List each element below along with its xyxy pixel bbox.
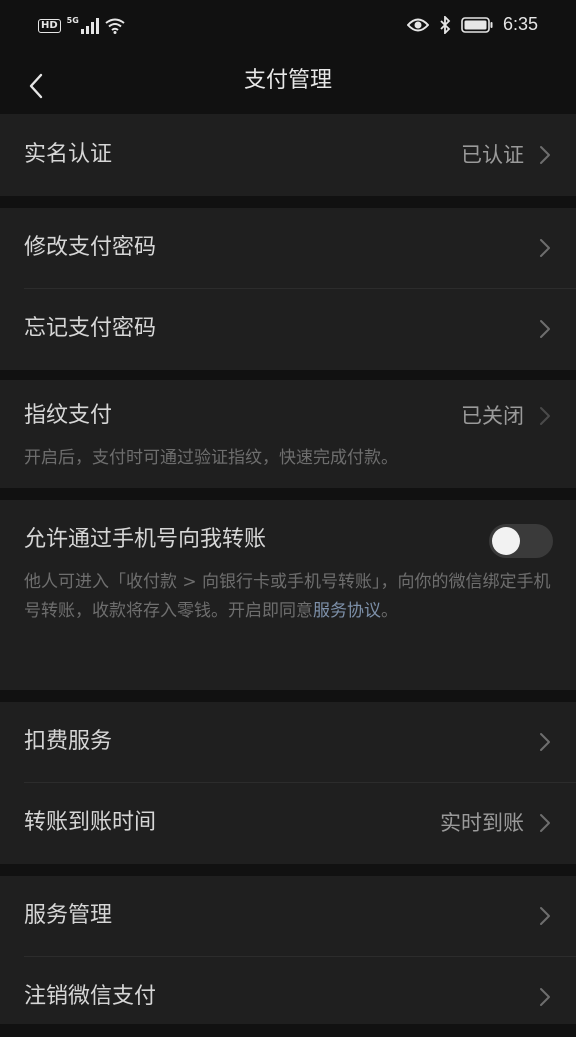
group-password: 修改支付密码 忘记支付密码	[0, 208, 576, 370]
clock: 6:35	[502, 14, 538, 34]
row-label: 转账到账时间	[24, 810, 157, 835]
group-phone-transfer: 允许通过手机号向我转账 他人可进入「收付款 > 向银行卡或手机号转账」，向你的微…	[0, 500, 576, 690]
chevron-right-icon	[540, 239, 550, 257]
group-service: 服务管理 注销微信支付	[0, 876, 576, 1024]
status-left: HD 5G	[38, 15, 125, 34]
row-transfer-time[interactable]: 转账到账时间 实时到账	[0, 783, 576, 863]
row-label: 实名认证	[24, 142, 113, 167]
row-cancel-wechat-pay[interactable]: 注销微信支付	[0, 957, 576, 1037]
row-deduction-service[interactable]: 扣费服务	[0, 702, 576, 782]
chevron-right-icon	[540, 407, 550, 425]
network-type: 5G	[66, 15, 79, 25]
phone-transfer-toggle[interactable]	[489, 524, 553, 558]
row-label: 注销微信支付	[24, 984, 157, 1009]
chevron-right-icon	[540, 814, 550, 832]
row-service-management[interactable]: 服务管理	[0, 876, 576, 956]
fingerprint-description: 开启后，支付时可通过验证指纹，快速完成付款。	[24, 448, 398, 468]
row-real-name[interactable]: 实名认证 已认证	[0, 115, 576, 195]
group-real-name: 实名认证 已认证	[0, 114, 576, 196]
row-value: 实时到账	[440, 811, 524, 835]
row-label: 扣费服务	[24, 729, 113, 754]
chevron-right-icon	[540, 320, 550, 338]
row-label: 服务管理	[24, 903, 113, 928]
phone-transfer-description: 他人可进入「收付款 > 向银行卡或手机号转账」，向你的微信绑定手机号转账，收款将…	[24, 568, 552, 626]
nav-bar: 支付管理	[0, 56, 576, 114]
row-forgot-password[interactable]: 忘记支付密码	[0, 289, 576, 369]
chevron-right-icon	[540, 988, 550, 1006]
row-change-password[interactable]: 修改支付密码	[0, 208, 576, 288]
row-label: 修改支付密码	[24, 235, 157, 260]
battery-icon	[461, 16, 493, 33]
wifi-icon	[105, 18, 125, 34]
toggle-knob	[492, 527, 520, 555]
description-text: 他人可进入「收付款 > 向银行卡或手机号转账」，向你的微信绑定手机号转账，收款将…	[24, 572, 551, 621]
description-end: 。	[381, 601, 398, 621]
status-right: 6:35	[406, 14, 538, 35]
group-fingerprint: 指纹支付 已关闭 开启后，支付时可通过验证指纹，快速完成付款。	[0, 380, 576, 488]
row-value: 已认证	[461, 143, 524, 167]
status-bar: HD 5G 6:35	[0, 0, 576, 56]
bluetooth-icon	[440, 15, 451, 34]
service-agreement-link[interactable]: 服务协议	[313, 601, 381, 621]
page-title: 支付管理	[243, 68, 332, 93]
chevron-right-icon	[540, 907, 550, 925]
group-deduction: 扣费服务 转账到账时间 实时到账	[0, 702, 576, 864]
row-label: 忘记支付密码	[24, 316, 157, 341]
chevron-right-icon	[540, 146, 550, 164]
hd-badge: HD	[38, 19, 61, 33]
eye-icon	[406, 18, 429, 31]
signal-icon	[80, 18, 99, 34]
chevron-right-icon	[540, 733, 550, 751]
